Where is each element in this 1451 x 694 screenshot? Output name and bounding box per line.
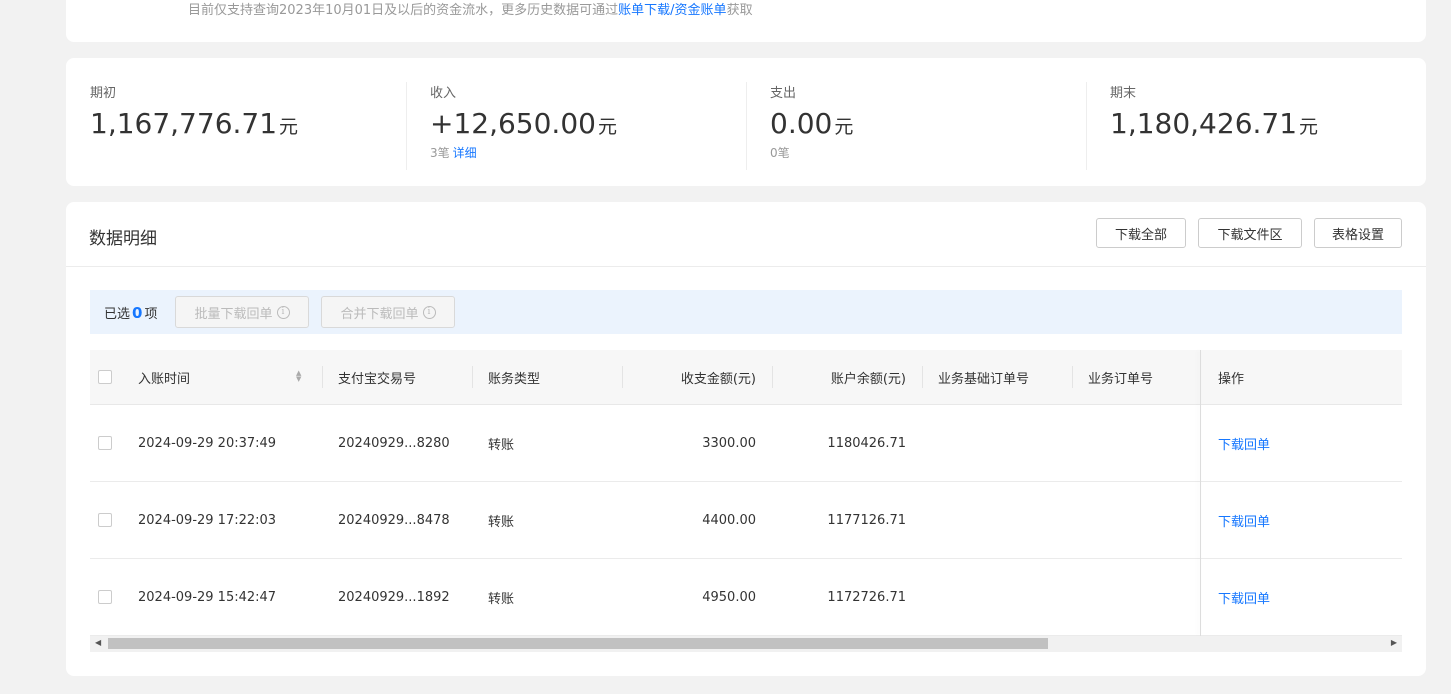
cell-type: 转账 xyxy=(488,437,515,453)
income-stat: 收入 +12,650.00 元 3笔 详细 xyxy=(430,82,617,161)
opening-label: 期初 xyxy=(90,86,117,101)
table-row: 2024-09-29 17:22:03 20240929...8478 转账 4… xyxy=(90,482,1402,559)
batch-download-button[interactable]: 批量下载回单 i xyxy=(175,296,309,328)
income-amount: +12,650.00 元 xyxy=(430,107,617,140)
selection-count-text: 已选 0 项 xyxy=(104,303,157,322)
cell-time: 2024-09-29 17:22:03 xyxy=(138,512,277,528)
column-separator xyxy=(472,366,473,388)
table-settings-button[interactable]: 表格设置 xyxy=(1314,218,1402,248)
selection-suffix: 项 xyxy=(144,307,158,322)
merge-download-label: 合并下载回单 xyxy=(340,306,419,322)
cell-trade-no: 20240929...1892 xyxy=(338,589,450,605)
closing-amount: 1,180,426.71 元 xyxy=(1110,107,1318,140)
expense-label: 支出 xyxy=(770,86,797,101)
cell-type: 转账 xyxy=(488,591,515,607)
table-row: 2024-09-29 20:37:49 20240929...8280 转账 3… xyxy=(90,405,1402,482)
expense-value: 0.00 xyxy=(770,107,833,140)
notice-prefix: 目前仅支持查询2023年10月01日及以后的资金流水，更多历史数据可通过 xyxy=(188,3,619,18)
row-checkbox-cell xyxy=(98,482,112,558)
download-receipt-link[interactable]: 下载回单 xyxy=(1218,559,1270,635)
scrollbar-thumb[interactable] xyxy=(108,638,1048,649)
info-icon: i xyxy=(276,305,290,319)
download-receipt-link[interactable]: 下载回单 xyxy=(1218,482,1270,558)
col-header-trade-no: 支付宝交易号 xyxy=(338,371,417,387)
income-label: 收入 xyxy=(430,86,457,101)
opening-unit: 元 xyxy=(279,116,299,138)
scroll-right-icon[interactable]: ▶ xyxy=(1391,638,1397,647)
row-checkbox-cell xyxy=(98,559,112,635)
detail-title: 数据明细 xyxy=(89,229,157,249)
income-sub: 3笔 详细 xyxy=(430,144,617,161)
summary-card: 期初 1,167,776.71 元 收入 +12,650.00 元 3笔 详细 支出 … xyxy=(66,58,1426,186)
col-header-type: 账务类型 xyxy=(488,371,541,387)
cell-time: 2024-09-29 20:37:49 xyxy=(138,435,277,451)
expense-unit: 元 xyxy=(834,116,854,138)
income-value: +12,650.00 xyxy=(430,107,596,140)
divider xyxy=(746,82,747,170)
closing-value: 1,180,426.71 xyxy=(1110,107,1298,140)
cell-type: 转账 xyxy=(488,514,515,530)
opening-amount: 1,167,776.71 元 xyxy=(90,107,298,140)
column-separator xyxy=(922,366,923,388)
col-header-order: 业务订单号 xyxy=(1088,371,1154,387)
expense-count: 0笔 xyxy=(770,146,790,160)
batch-download-label: 批量下载回单 xyxy=(194,306,273,322)
col-header-time: 入账时间 xyxy=(138,371,191,387)
closing-label: 期末 xyxy=(1110,86,1137,101)
cell-trade-no: 20240929...8478 xyxy=(338,512,450,528)
notice-card: 目前仅支持查询2023年10月01日及以后的资金流水，更多历史数据可通过账单下载… xyxy=(66,0,1426,42)
header-divider xyxy=(66,266,1426,267)
cell-balance: 1180426.71 xyxy=(827,435,906,451)
opening-value: 1,167,776.71 xyxy=(90,107,278,140)
divider xyxy=(406,82,407,170)
selection-count: 0 xyxy=(132,304,143,322)
closing-stat: 期末 1,180,426.71 元 xyxy=(1110,82,1318,140)
info-icon: i xyxy=(422,305,436,319)
row-checkbox[interactable] xyxy=(98,513,112,527)
download-receipt-link[interactable]: 下载回单 xyxy=(1218,405,1270,481)
selection-bar: 已选 0 项 批量下载回单 i 合并下载回单 i xyxy=(90,290,1402,334)
table-header: 入账时间 ▲ ▼ 支付宝交易号 账务类型 收支金额(元) 账户余额(元) 业务基础… xyxy=(90,350,1402,405)
expense-stat: 支出 0.00 元 0笔 xyxy=(770,82,853,161)
cell-trade-no: 20240929...8280 xyxy=(338,435,450,451)
income-count: 3笔 xyxy=(430,146,450,160)
bill-download-link[interactable]: 账单下载/资金账单 xyxy=(618,3,726,18)
notice-suffix: 获取 xyxy=(726,3,753,18)
row-checkbox[interactable] xyxy=(98,436,112,450)
selection-prefix: 已选 xyxy=(104,307,131,322)
cell-amount: 3300.00 xyxy=(702,435,756,451)
merge-download-button[interactable]: 合并下载回单 i xyxy=(321,296,455,328)
detail-card: 数据明细 下载全部 下载文件区 表格设置 已选 0 项 批量下载回单 i 合并下载回单… xyxy=(66,202,1426,676)
download-area-button[interactable]: 下载文件区 xyxy=(1198,218,1302,248)
cell-time: 2024-09-29 15:42:47 xyxy=(138,589,277,605)
sort-icon[interactable]: ▲ ▼ xyxy=(296,370,301,383)
select-all-checkbox[interactable] xyxy=(98,370,112,384)
col-header-base-order: 业务基础订单号 xyxy=(938,371,1030,387)
scroll-left-icon[interactable]: ◀ xyxy=(95,638,101,647)
table-row: 2024-09-29 15:42:47 20240929...1892 转账 4… xyxy=(90,559,1402,636)
column-separator xyxy=(322,366,323,388)
row-checkbox[interactable] xyxy=(98,590,112,604)
col-header-balance: 账户余额(元) xyxy=(830,371,906,387)
cell-amount: 4400.00 xyxy=(702,512,756,528)
divider xyxy=(1086,82,1087,170)
col-header-action: 操作 xyxy=(1218,371,1245,387)
expense-amount: 0.00 元 xyxy=(770,107,853,140)
cell-balance: 1177126.71 xyxy=(827,512,906,528)
income-detail-link[interactable]: 详细 xyxy=(453,146,477,160)
history-notice: 目前仅支持查询2023年10月01日及以后的资金流水，更多历史数据可通过账单下载… xyxy=(188,0,753,18)
select-all-cell xyxy=(98,350,112,404)
closing-unit: 元 xyxy=(1299,116,1319,138)
cell-amount: 4950.00 xyxy=(702,589,756,605)
col-header-amount: 收支金额(元) xyxy=(680,371,756,387)
fixed-column-divider xyxy=(1200,350,1201,636)
cell-balance: 1172726.71 xyxy=(827,589,906,605)
horizontal-scrollbar[interactable]: ◀ ▶ xyxy=(90,636,1402,652)
row-checkbox-cell xyxy=(98,405,112,481)
opening-stat: 期初 1,167,776.71 元 xyxy=(90,82,298,140)
income-unit: 元 xyxy=(597,116,617,138)
download-all-button[interactable]: 下载全部 xyxy=(1096,218,1186,248)
column-separator xyxy=(1072,366,1073,388)
